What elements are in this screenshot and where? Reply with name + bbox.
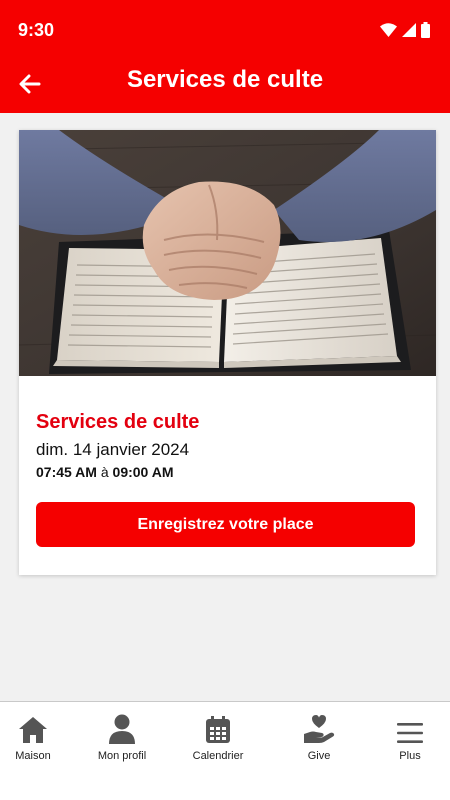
give-hand-heart-icon bbox=[304, 715, 335, 743]
menu-icon bbox=[397, 723, 423, 743]
nav-item-maison[interactable]: Maison bbox=[0, 712, 78, 762]
nav-label-mon-profil: Mon profil bbox=[97, 750, 147, 762]
status-time: 9:30 bbox=[18, 20, 55, 40]
bottom-nav: Maison Mon profil Calendrier Give Plus bbox=[0, 701, 450, 800]
event-time: 07:45 AM à 09:00 AM bbox=[36, 464, 173, 480]
event-title: Services de culte bbox=[36, 411, 200, 433]
app-bar: Services de culte bbox=[0, 60, 450, 113]
register-place-button[interactable]: Enregistrez votre place bbox=[36, 502, 415, 547]
nav-item-plus[interactable]: Plus bbox=[365, 712, 450, 762]
praying-hands-bible-image bbox=[19, 130, 436, 376]
status-icons bbox=[380, 22, 430, 38]
wifi-icon bbox=[380, 23, 397, 37]
nav-label-calendrier: Calendrier bbox=[192, 750, 244, 762]
event-time-start: 07:45 AM bbox=[36, 464, 97, 480]
event-date: dim. 14 janvier 2024 bbox=[36, 440, 190, 459]
page-title: Services de culte bbox=[126, 66, 324, 93]
nav-label-give: Give bbox=[307, 750, 331, 762]
battery-icon bbox=[421, 22, 430, 38]
nav-item-mon-profil[interactable]: Mon profil bbox=[77, 712, 167, 762]
nav-item-calendrier[interactable]: Calendrier bbox=[173, 712, 263, 762]
nav-label-maison: Maison bbox=[15, 750, 51, 762]
home-icon bbox=[19, 717, 47, 743]
status-bar: 9:30 bbox=[0, 0, 450, 60]
calendar-icon bbox=[206, 716, 230, 743]
nav-label-plus: Plus bbox=[399, 750, 421, 762]
signal-icon bbox=[402, 23, 416, 37]
event-time-separator: à bbox=[100, 464, 109, 480]
event-card: Services de culte dim. 14 janvier 2024 0… bbox=[19, 130, 436, 575]
event-image bbox=[19, 130, 436, 376]
person-icon bbox=[109, 714, 135, 744]
nav-item-give[interactable]: Give bbox=[274, 712, 364, 762]
event-time-end: 09:00 AM bbox=[112, 464, 174, 480]
